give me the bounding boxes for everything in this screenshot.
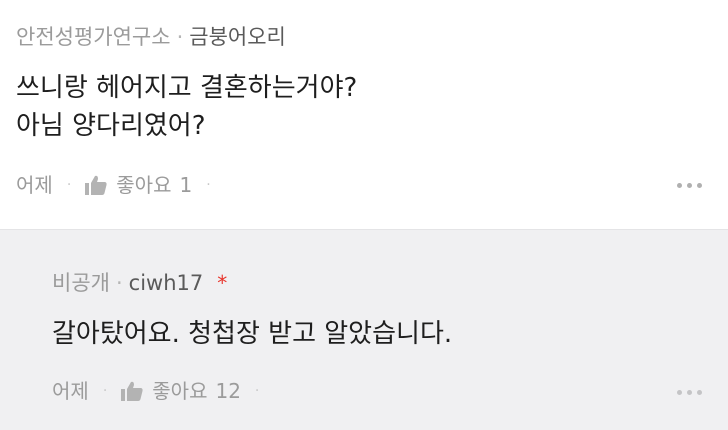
- reply-like-button[interactable]: 좋아요 12: [121, 381, 241, 401]
- reply-author[interactable]: ciwh17: [129, 271, 204, 295]
- comment-line-2: 아님 양다리였어?: [16, 111, 206, 141]
- thumbs-up-icon: [121, 381, 143, 401]
- reply-card: 비공개 · ciwh17 * 갈아탔어요. 청첩장 받고 알았습니다. 어제 · 좋아…: [0, 229, 728, 430]
- reply-body: 갈아탔어요. 청첩장 받고 알았습니다.: [52, 319, 453, 349]
- reply-meta: 비공개 · ciwh17 *: [52, 273, 227, 294]
- comment-card: 안전성평가연구소 · 금붕어오리 쓰니랑 헤어지고 결혼하는거야? 아님 양다리였어…: [0, 0, 728, 229]
- comment-time: 어제: [16, 173, 53, 197]
- author-marker: *: [217, 271, 228, 295]
- like-count: 12: [215, 379, 241, 403]
- comment-like-button[interactable]: 좋아요 1: [85, 175, 192, 195]
- reply-time: 어제: [52, 379, 89, 403]
- more-dots-icon: [677, 390, 682, 395]
- comment-thread: 안전성평가연구소 · 금붕어오리 쓰니랑 헤어지고 결혼하는거야? 아님 양다리였어…: [0, 0, 728, 430]
- thumbs-up-icon: [85, 175, 107, 195]
- comment-actions: 어제 · 좋아요 1 ·: [16, 175, 225, 195]
- like-label: 좋아요: [152, 379, 208, 403]
- comment-line-1: 쓰니랑 헤어지고 결혼하는거야?: [16, 73, 358, 103]
- action-separator: ·: [254, 383, 260, 399]
- action-separator: ·: [102, 383, 108, 399]
- meta-separator: ·: [115, 271, 123, 295]
- meta-separator: ·: [176, 25, 184, 49]
- like-label: 좋아요: [116, 173, 172, 197]
- reply-actions: 어제 · 좋아요 12 ·: [52, 381, 273, 401]
- like-count: 1: [179, 173, 193, 197]
- reply-more-button[interactable]: [677, 390, 702, 395]
- action-separator: ·: [66, 177, 72, 193]
- reply-group[interactable]: 비공개: [52, 271, 110, 295]
- comment-meta: 안전성평가연구소 · 금붕어오리: [16, 27, 286, 48]
- comment-more-button[interactable]: [677, 183, 702, 188]
- comment-author[interactable]: 금붕어오리: [189, 25, 286, 49]
- action-separator: ·: [206, 177, 211, 193]
- comment-group[interactable]: 안전성평가연구소: [16, 25, 171, 49]
- more-dots-icon: [677, 183, 682, 188]
- comment-body: 쓰니랑 헤어지고 결혼하는거야? 아님 양다리였어?: [16, 69, 357, 145]
